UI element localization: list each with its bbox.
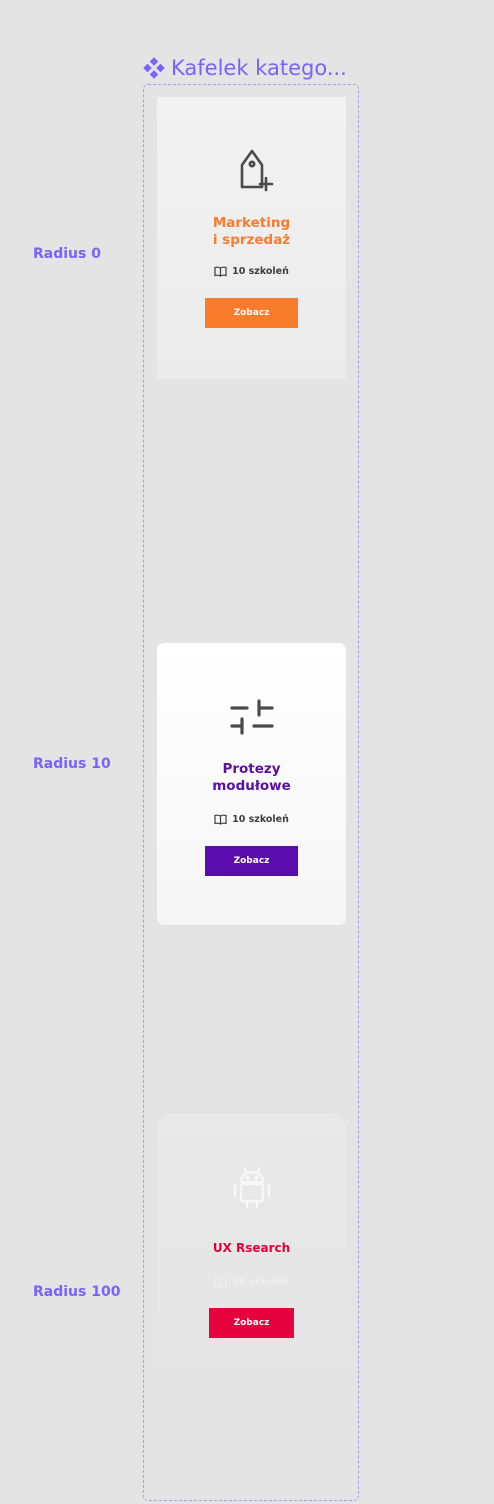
component-set-title[interactable]: Kafelek katego... <box>143 52 347 84</box>
tile-meta: 10 szkoleń <box>157 266 346 277</box>
category-tile-radius-0[interactable]: Marketing i sprzedaż 10 szkoleń Zobacz <box>157 97 346 379</box>
tile-meta: 10 szkoleń <box>157 1277 346 1288</box>
tag-plus-icon <box>240 149 273 192</box>
see-button[interactable]: Zobacz <box>205 846 298 876</box>
tile-title: UX Rsearch <box>212 1241 291 1255</box>
category-tile-radius-100[interactable]: UX Rsearch 10 szkoleń Zobacz <box>157 1114 346 1396</box>
sliders-icon <box>229 699 274 735</box>
category-tile-radius-10[interactable]: Protezy modułowe 10 szkoleń Zobacz <box>157 643 346 925</box>
book-icon <box>214 1277 227 1288</box>
row-label-radius-100: Radius 100 <box>33 1284 121 1300</box>
book-icon <box>214 814 227 825</box>
row-label-radius-0: Radius 0 <box>33 246 101 262</box>
tile-trainings-count: 10 szkoleń <box>232 1277 289 1288</box>
android-icon <box>233 1166 270 1209</box>
tile-trainings-count: 10 szkoleń <box>232 814 289 825</box>
tile-trainings-count: 10 szkoleń <box>232 266 289 277</box>
component-diamond-icon <box>143 57 165 79</box>
tile-title: Marketing i sprzedaż <box>212 215 291 248</box>
tile-title: Protezy modułowe <box>212 761 291 794</box>
row-label-radius-10: Radius 10 <box>33 756 111 772</box>
see-button[interactable]: Zobacz <box>209 1308 294 1338</box>
tile-meta: 10 szkoleń <box>157 814 346 825</box>
see-button[interactable]: Zobacz <box>205 298 298 328</box>
book-icon <box>214 266 227 277</box>
component-set-name: Kafelek katego... <box>171 56 347 80</box>
